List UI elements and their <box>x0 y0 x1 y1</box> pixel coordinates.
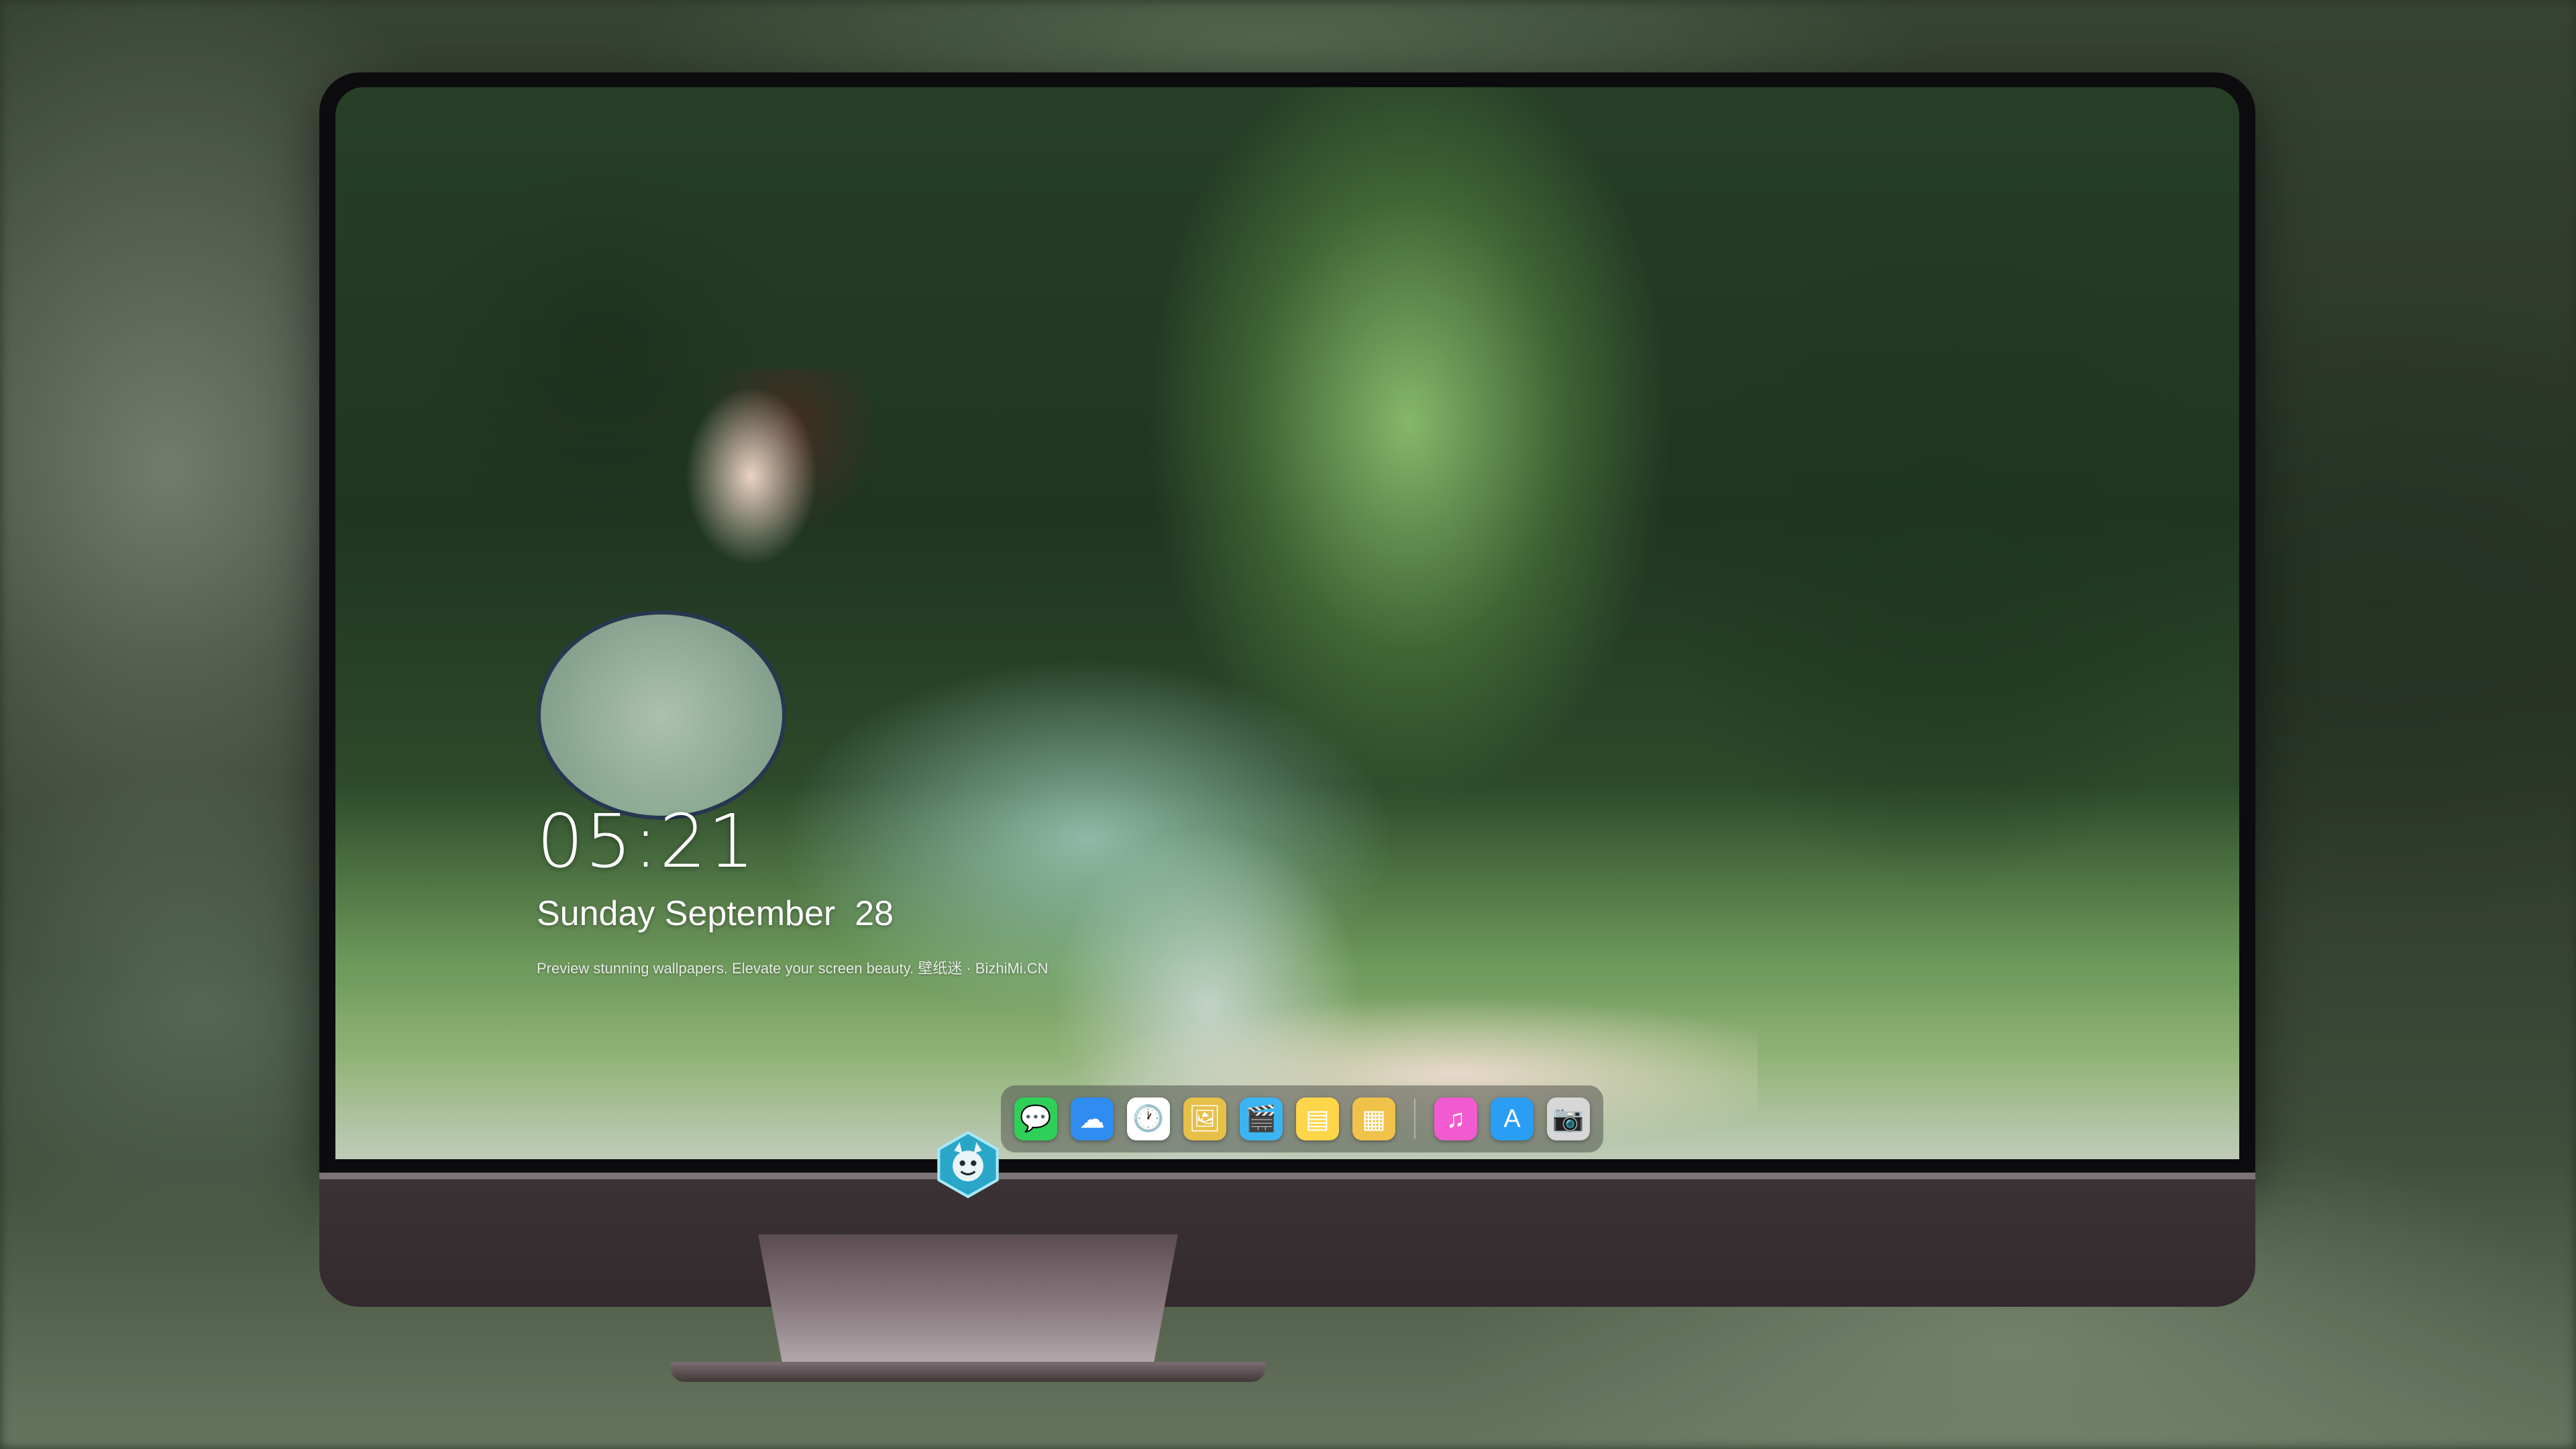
lockscreen-tagline: Preview stunning wallpapers. Elevate you… <box>537 960 1049 977</box>
monitor-logo-icon <box>937 1130 999 1199</box>
lockscreen-time: 05:21 <box>537 798 757 884</box>
clock-icon[interactable]: 🕐 <box>1127 1097 1170 1140</box>
monitor-bezel: 05:21 Sunday September 28 Preview stunni… <box>319 72 2255 1173</box>
app-store-icon[interactable]: A <box>1491 1097 1534 1140</box>
monitor-stand <box>758 1234 1178 1368</box>
music-icon[interactable]: ♫ <box>1434 1097 1477 1140</box>
wallpaper-fan <box>537 610 786 820</box>
clips-icon[interactable]: 🎬 <box>1240 1097 1283 1140</box>
photo-booth-icon[interactable]: ▦ <box>1352 1097 1395 1140</box>
monitor-stand-base <box>671 1362 1265 1382</box>
dock: 💬 ☁ 🕐 🖼 🎬 ▤ ▦ ♫ A 📷 <box>1001 1085 1603 1152</box>
monitor-chin <box>319 1173 2255 1307</box>
camera-icon[interactable]: 📷 <box>1547 1097 1590 1140</box>
lockscreen: 05:21 Sunday September 28 Preview stunni… <box>335 87 2239 1159</box>
weather-icon[interactable]: ☁ <box>1071 1097 1114 1140</box>
messages-icon[interactable]: 💬 <box>1014 1097 1057 1140</box>
lockscreen-date: Sunday September 28 <box>537 894 894 933</box>
preview-icon[interactable]: 🖼 <box>1183 1097 1226 1140</box>
dock-separator <box>1414 1099 1415 1139</box>
monitor: 05:21 Sunday September 28 Preview stunni… <box>319 72 2255 1308</box>
wallpaper-figure <box>617 369 1758 1159</box>
notes-icon[interactable]: ▤ <box>1296 1097 1339 1140</box>
